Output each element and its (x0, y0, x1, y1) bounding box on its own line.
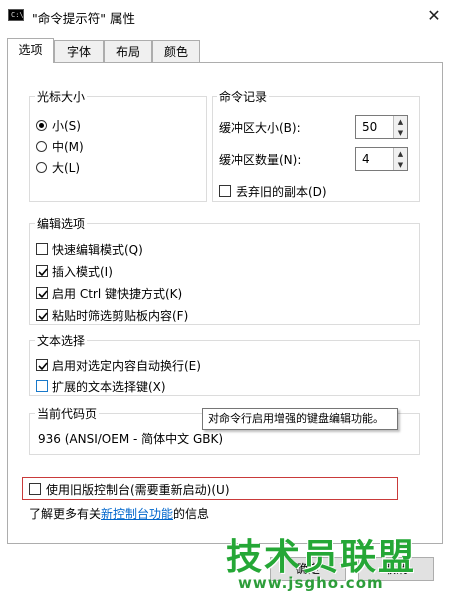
tab-font[interactable]: 字体 (54, 40, 104, 62)
buffer-count-label: 缓冲区数量(N): (219, 153, 302, 167)
text-selection-legend: 文本选择 (35, 332, 88, 349)
watermark-url: www.jsgho.com (238, 574, 384, 592)
command-history-legend: 命令记录 (217, 88, 270, 105)
buffer-count-spinner[interactable]: 4 ▲ ▼ (355, 147, 408, 171)
buffer-size-spinner[interactable]: 50 ▲ ▼ (355, 115, 408, 139)
checkmark-icon (38, 290, 48, 299)
buffer-count-value: 4 (362, 152, 370, 166)
extended-selection-checkbox[interactable] (36, 380, 48, 392)
cursor-large-label: 大(L) (52, 161, 81, 175)
legacy-console-checkbox[interactable] (29, 483, 41, 495)
discard-duplicates-checkbox[interactable] (219, 185, 231, 197)
radio-selected-dot (39, 123, 44, 128)
tab-options[interactable]: 选项 (7, 38, 54, 63)
codepage-legend: 当前代码页 (35, 405, 100, 422)
tab-layout[interactable]: 布局 (104, 40, 152, 62)
cursor-large-radio[interactable] (36, 162, 47, 173)
filter-paste-label: 粘贴时筛选剪贴板内容(F) (52, 309, 189, 323)
info-suffix: 的信息 (173, 507, 210, 521)
info-line: 了解更多有关新控制台功能的信息 (29, 505, 209, 522)
checkmark-icon (38, 312, 48, 321)
title-bar: C:\ "命令提示符" 属性 ✕ (0, 0, 452, 32)
spin-down-icon[interactable]: ▼ (394, 127, 407, 138)
window-title: "命令提示符" 属性 (32, 11, 135, 26)
extended-selection-label: 扩展的文本选择键(X) (52, 380, 166, 394)
cursor-small-radio[interactable] (36, 120, 47, 131)
line-wrap-checkbox[interactable] (36, 359, 48, 371)
buffer-size-value: 50 (362, 120, 378, 134)
cursor-medium-label: 中(M) (52, 140, 84, 154)
cursor-size-legend: 光标大小 (35, 88, 88, 105)
quick-edit-label: 快速编辑模式(Q) (52, 243, 143, 257)
tab-colors[interactable]: 颜色 (152, 40, 200, 62)
spin-up-icon[interactable]: ▲ (394, 116, 407, 127)
tooltip: 对命令行启用增强的键盘编辑功能。 (202, 408, 398, 430)
ctrl-shortcuts-checkbox[interactable] (36, 287, 48, 299)
quick-edit-checkbox[interactable] (36, 243, 48, 255)
insert-mode-label: 插入模式(I) (52, 265, 113, 279)
discard-duplicates-label: 丢弃旧的副本(D) (236, 185, 327, 199)
checkmark-icon (38, 268, 48, 277)
close-icon[interactable]: ✕ (418, 2, 450, 28)
spinner-buttons: ▲ ▼ (393, 116, 407, 138)
cursor-small-label: 小(S) (52, 119, 81, 133)
console-app-icon: C:\ (8, 9, 24, 21)
buffer-size-label: 缓冲区大小(B): (219, 121, 301, 135)
checkmark-icon (38, 362, 48, 371)
edit-options-legend: 编辑选项 (35, 215, 88, 232)
filter-paste-checkbox[interactable] (36, 309, 48, 321)
spin-down-icon[interactable]: ▼ (394, 159, 407, 170)
cursor-medium-radio[interactable] (36, 141, 47, 152)
codepage-value: 936 (ANSI/OEM - 简体中文 GBK) (38, 432, 224, 446)
info-prefix: 了解更多有关 (29, 507, 102, 521)
watermark-logo-text: 技术员联盟 (226, 537, 417, 578)
insert-mode-checkbox[interactable] (36, 265, 48, 277)
legacy-console-label: 使用旧版控制台(需要重新启动)(U) (46, 483, 230, 497)
spinner-buttons: ▲ ▼ (393, 148, 407, 170)
ctrl-shortcuts-label: 启用 Ctrl 键快捷方式(K) (52, 287, 183, 301)
spin-up-icon[interactable]: ▲ (394, 148, 407, 159)
new-console-features-link[interactable]: 新控制台功能 (101, 507, 173, 521)
line-wrap-label: 启用对选定内容自动换行(E) (52, 359, 201, 373)
